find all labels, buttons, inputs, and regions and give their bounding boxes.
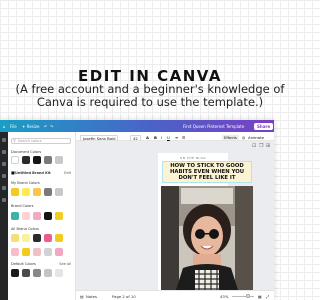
elements-icon[interactable] — [2, 150, 6, 154]
color-swatch[interactable] — [44, 212, 52, 220]
share-button[interactable]: Share — [254, 123, 274, 130]
resize-button[interactable]: ✦ Resize — [22, 124, 39, 129]
italic-icon[interactable]: I — [161, 135, 162, 140]
list-icon[interactable]: ☰ — [182, 135, 185, 140]
color-swatch[interactable] — [44, 156, 52, 164]
bold-icon[interactable]: B — [154, 135, 157, 140]
zoom-slider-handle[interactable] — [246, 294, 250, 298]
color-swatch[interactable] — [11, 248, 19, 256]
apps-icon[interactable] — [2, 198, 6, 202]
color-swatch[interactable] — [33, 269, 41, 277]
underline-icon[interactable]: U — [167, 135, 170, 140]
color-swatch[interactable] — [44, 188, 52, 196]
design-canvas: ⊡ ❐ ⊞ ON THE BLOG HOW TO STICK TO GOOD H… — [76, 141, 274, 293]
notes-icon[interactable]: ▤ — [80, 294, 84, 299]
redo-icon[interactable]: ↷ — [50, 124, 53, 129]
color-swatch[interactable] — [11, 212, 19, 220]
color-swatch[interactable] — [44, 248, 52, 256]
color-swatch[interactable] — [33, 212, 41, 220]
notes-button[interactable]: Notes — [86, 294, 97, 299]
section-all-brand-colors: All Brand Colors — [11, 227, 39, 231]
fullscreen-icon[interactable]: ⤢ — [266, 294, 269, 299]
color-swatch[interactable] — [44, 269, 52, 277]
color-search-input[interactable]: ⚲ Search colors — [11, 138, 71, 144]
left-icon-rail — [0, 132, 8, 300]
color-swatch[interactable] — [55, 188, 63, 196]
document-title[interactable]: First Queen Pinterest Template — [183, 124, 244, 129]
edit-brand-kit-link[interactable]: Edit — [64, 171, 71, 175]
add-page-icon[interactable]: ⊞ — [266, 143, 270, 149]
color-swatch[interactable] — [33, 234, 41, 242]
search-icon: ⚲ — [13, 138, 16, 143]
see-all-link[interactable]: See all — [59, 262, 71, 266]
color-swatch[interactable] — [22, 188, 30, 196]
color-swatch[interactable] — [22, 234, 30, 242]
color-swatch[interactable] — [11, 156, 19, 164]
top-menu-bar: ⌂ File ✦ Resize ↶ ↷ First Queen Pinteres… — [0, 120, 274, 132]
color-swatch[interactable] — [55, 212, 63, 220]
color-swatch[interactable] — [22, 248, 30, 256]
effects-button[interactable]: Effects — [222, 134, 239, 140]
file-menu[interactable]: File — [10, 124, 17, 129]
design-page[interactable]: ON THE BLOG HOW TO STICK TO GOOD HABITS … — [158, 153, 253, 293]
uploads-icon[interactable] — [2, 174, 6, 178]
color-swatch[interactable] — [33, 248, 41, 256]
grid-view-icon[interactable]: ▦ — [258, 294, 262, 299]
color-swatch[interactable] — [22, 156, 30, 164]
subline: (A free account and a beginner's knowled… — [15, 82, 285, 109]
status-bar: ▤ Notes Page 2 of 10 43% ▦ ⤢ — [76, 290, 274, 300]
color-swatch[interactable] — [11, 269, 19, 277]
section-default-colors: Default Colors — [11, 262, 36, 266]
color-panel: ⚲ Search colors Document Colors Untitled… — [8, 132, 76, 300]
zoom-level[interactable]: 43% — [220, 294, 228, 299]
search-placeholder: Search colors — [18, 139, 42, 143]
text-icon[interactable] — [2, 162, 6, 166]
color-swatch[interactable] — [55, 269, 63, 277]
kicker-text[interactable]: ON THE BLOG — [158, 156, 228, 160]
text-color-icon[interactable]: A — [146, 135, 149, 140]
animate-button[interactable]: Animate — [248, 135, 264, 140]
section-document-colors: Document Colors — [11, 150, 42, 154]
color-swatch[interactable] — [44, 234, 52, 242]
brand-kit-title: Untitled Brand Kit — [15, 171, 51, 175]
zoom-slider[interactable] — [232, 296, 254, 297]
design-icon[interactable] — [2, 138, 6, 142]
color-swatch[interactable] — [11, 234, 19, 242]
align-icon[interactable]: ≡ — [175, 135, 178, 140]
color-swatch[interactable] — [22, 212, 30, 220]
brand-kit-icon: ■ — [11, 170, 15, 175]
color-swatch[interactable] — [33, 156, 41, 164]
lock-icon[interactable]: ⊡ — [252, 143, 256, 149]
color-swatch[interactable] — [55, 234, 63, 242]
undo-icon[interactable]: ↶ — [44, 124, 47, 129]
page-indicator[interactable]: Page 2 of 10 — [112, 294, 136, 299]
text-toolbar: Josefin Sans Bold 42 A B I U ≡ ☰ Effects… — [76, 132, 274, 142]
color-swatch[interactable] — [55, 248, 63, 256]
animate-icon: ◎ — [242, 134, 246, 140]
color-swatch[interactable] — [55, 156, 63, 164]
color-swatch[interactable] — [33, 188, 41, 196]
projects-icon[interactable] — [2, 186, 6, 190]
color-swatch[interactable] — [22, 269, 30, 277]
home-icon[interactable]: ⌂ — [3, 124, 6, 129]
section-brand-colors: Brand Colors — [11, 204, 34, 208]
canva-editor-window: ⌂ File ✦ Resize ↶ ↷ First Queen Pinteres… — [0, 120, 274, 300]
design-title[interactable]: HOW TO STICK TO GOOD HABITS EVEN WHEN YO… — [162, 161, 252, 183]
section-my-brand-colors: My Brand Colors — [11, 181, 40, 185]
color-swatch[interactable] — [11, 188, 19, 196]
duplicate-icon[interactable]: ❐ — [259, 143, 263, 149]
portrait-photo[interactable] — [161, 186, 253, 293]
